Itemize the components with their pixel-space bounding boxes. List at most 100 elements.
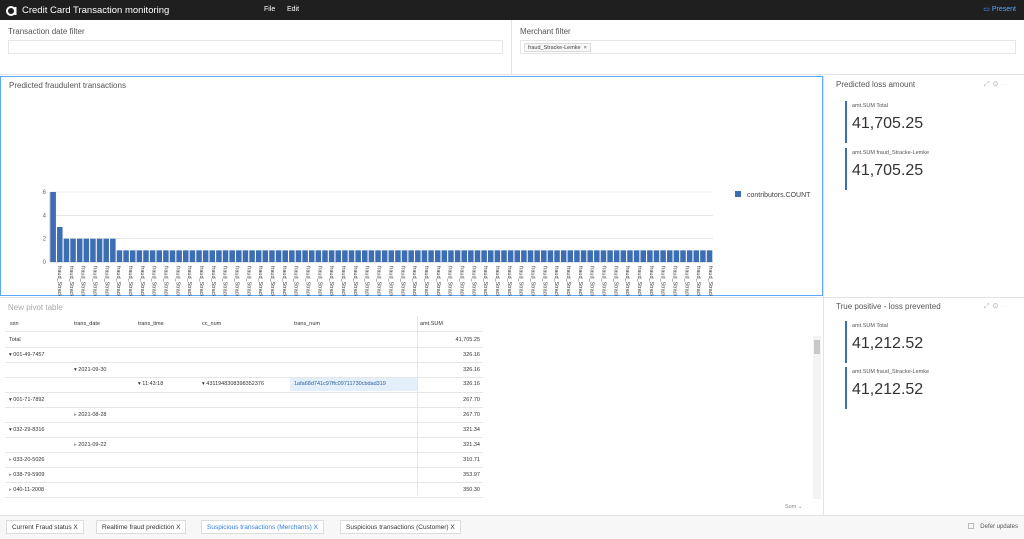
bar[interactable] <box>686 250 693 262</box>
close-icon[interactable]: X <box>176 524 180 531</box>
bar[interactable] <box>494 250 501 262</box>
menu-file[interactable]: File <box>264 6 275 13</box>
defer-checkbox[interactable] <box>968 523 975 529</box>
bar[interactable] <box>335 250 342 262</box>
chip-close-icon[interactable]: × <box>582 45 587 51</box>
bar[interactable] <box>647 250 653 262</box>
tab-realtime-fraud-prediction[interactable]: Realtime fraud prediction X <box>96 520 187 534</box>
bar[interactable] <box>534 250 540 262</box>
defer-updates[interactable]: Defer updates <box>968 523 1018 530</box>
table-row[interactable]: ▸ 033-20-5026 <box>9 457 45 463</box>
menu-edit[interactable]: Edit <box>287 6 299 13</box>
bar[interactable] <box>249 250 255 262</box>
panel-action-icons[interactable]: ⤢⚙⋯ <box>984 81 1011 89</box>
table-row[interactable]: ▸ 2021-09-22 <box>74 442 106 448</box>
table-row[interactable]: ▾ 11:43:18 <box>138 381 163 387</box>
bar[interactable] <box>103 238 109 262</box>
bar[interactable] <box>680 250 686 262</box>
bar[interactable] <box>428 250 434 262</box>
bar[interactable] <box>487 250 494 262</box>
bar[interactable] <box>501 250 507 262</box>
bar[interactable] <box>308 250 315 262</box>
bar[interactable] <box>328 250 335 262</box>
bar[interactable] <box>355 250 361 262</box>
bar[interactable] <box>242 250 249 262</box>
bar[interactable] <box>216 250 222 262</box>
bar[interactable] <box>381 250 388 262</box>
bar[interactable] <box>408 250 414 262</box>
bar[interactable] <box>322 250 328 262</box>
header-cc-num[interactable]: cc_num <box>202 321 221 327</box>
header-trans-num[interactable]: trans_num <box>294 321 320 327</box>
bar[interactable] <box>342 250 348 262</box>
bar[interactable] <box>302 250 308 262</box>
bar[interactable] <box>136 250 143 262</box>
bar[interactable] <box>673 250 680 262</box>
bar[interactable] <box>110 238 116 262</box>
bar[interactable] <box>156 250 163 262</box>
bar[interactable] <box>196 250 202 262</box>
bar[interactable] <box>613 250 620 262</box>
bar[interactable] <box>600 250 607 262</box>
close-icon[interactable]: X <box>314 524 318 531</box>
bar[interactable] <box>627 250 633 262</box>
close-icon[interactable]: X <box>73 524 77 531</box>
bar[interactable] <box>275 250 282 262</box>
bar[interactable] <box>70 238 76 262</box>
bar[interactable] <box>189 250 196 262</box>
tab-suspicious-merchants[interactable]: Suspicious transactions (Merchants) X <box>201 520 324 534</box>
header-ssn[interactable]: ssn <box>10 321 19 327</box>
table-row[interactable]: ▾ 001-71-7892 <box>9 397 45 403</box>
bar[interactable] <box>633 250 640 262</box>
bar[interactable] <box>149 250 156 262</box>
merchant-filter-input[interactable]: fraud_Stracke-Lemke × <box>520 40 1016 54</box>
legend-label[interactable]: contributors.COUNT <box>747 192 811 199</box>
table-row[interactable]: ▾ 001-49-7457 <box>9 352 45 358</box>
bar[interactable] <box>700 250 706 262</box>
table-row[interactable]: ▾ 4311948308398352376 <box>202 381 264 387</box>
bar[interactable] <box>514 250 521 262</box>
present-button[interactable]: ▭ Present <box>983 5 1016 13</box>
bar[interactable] <box>660 250 666 262</box>
table-row[interactable]: ▾ 2021-09-30 <box>74 367 106 373</box>
bar[interactable] <box>594 250 600 262</box>
bar[interactable] <box>183 250 189 262</box>
bar[interactable] <box>375 250 381 262</box>
bar[interactable] <box>434 250 441 262</box>
bar[interactable] <box>693 250 700 262</box>
bar[interactable] <box>222 250 229 262</box>
bar[interactable] <box>96 238 103 262</box>
bar[interactable] <box>607 250 613 262</box>
bar[interactable] <box>415 250 421 262</box>
bar[interactable] <box>129 250 136 262</box>
bar[interactable] <box>554 250 560 262</box>
bar[interactable] <box>368 250 375 262</box>
merchant-chip[interactable]: fraud_Stracke-Lemke × <box>524 43 591 52</box>
bar[interactable] <box>448 250 454 262</box>
tab-suspicious-customer[interactable]: Suspicious transactions (Customer) X <box>340 520 461 534</box>
bar[interactable] <box>202 250 209 262</box>
bar[interactable] <box>229 250 235 262</box>
bar[interactable] <box>567 250 574 262</box>
bar[interactable] <box>282 250 288 262</box>
bar[interactable] <box>461 250 467 262</box>
bar[interactable] <box>169 250 176 262</box>
header-amt-sum[interactable]: amt.SUM <box>420 321 443 327</box>
bar[interactable] <box>560 250 567 262</box>
bar[interactable] <box>574 250 580 262</box>
bar[interactable] <box>123 250 129 262</box>
bar[interactable] <box>507 250 514 262</box>
tab-current-fraud-status[interactable]: Current Fraud status X <box>6 520 84 534</box>
bar[interactable] <box>236 250 242 262</box>
bar[interactable] <box>83 238 90 262</box>
header-trans-date[interactable]: trans_date <box>74 321 100 327</box>
scrollbar-thumb[interactable] <box>814 340 820 354</box>
bar[interactable] <box>289 250 295 262</box>
close-icon[interactable]: X <box>450 524 454 531</box>
bar[interactable] <box>269 250 275 262</box>
bar[interactable] <box>580 250 587 262</box>
selected-cell[interactable]: 1afa68d741c97ffc09711730cbdad319 <box>290 378 417 391</box>
date-filter-input[interactable] <box>8 40 503 54</box>
bar[interactable] <box>57 227 63 262</box>
bar[interactable] <box>295 250 302 262</box>
